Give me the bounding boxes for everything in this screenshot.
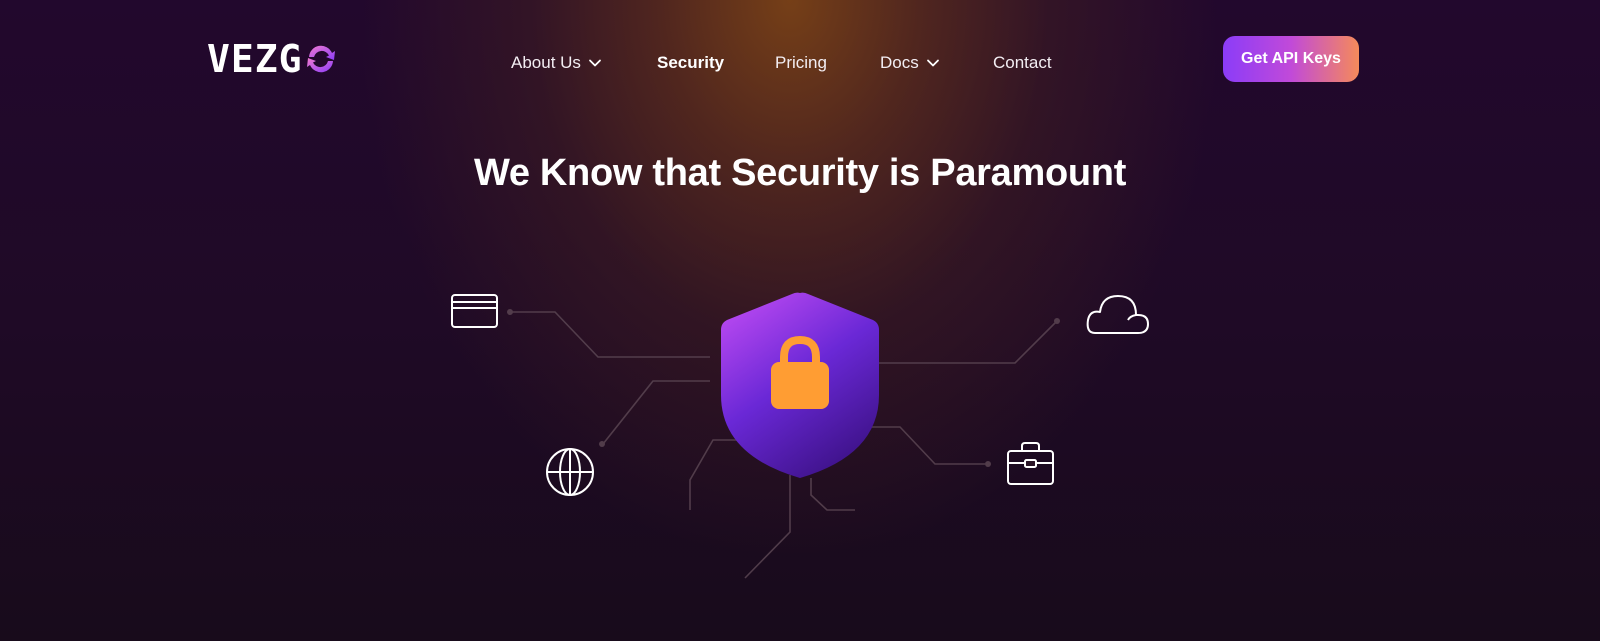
circuit-line-briefcase <box>855 426 985 465</box>
security-illustration <box>451 292 1149 579</box>
circuit-line-cloud <box>860 321 1057 364</box>
shield-lock-icon <box>721 292 879 478</box>
circuit-line-bottom-right <box>810 478 855 511</box>
circuit-line-card <box>512 311 710 358</box>
circuit-node <box>1054 318 1060 324</box>
circuit-line-globe <box>602 380 710 445</box>
circuit-line-bottom-center <box>744 475 791 579</box>
briefcase-icon <box>1007 442 1054 485</box>
cloud-icon <box>1086 295 1149 334</box>
credit-card-icon <box>451 294 498 328</box>
circuit-node <box>985 461 991 467</box>
circuit-node <box>599 441 605 447</box>
circuit-node <box>507 309 513 315</box>
circuit-line-bottom-left <box>689 439 740 510</box>
globe-icon <box>546 448 594 496</box>
